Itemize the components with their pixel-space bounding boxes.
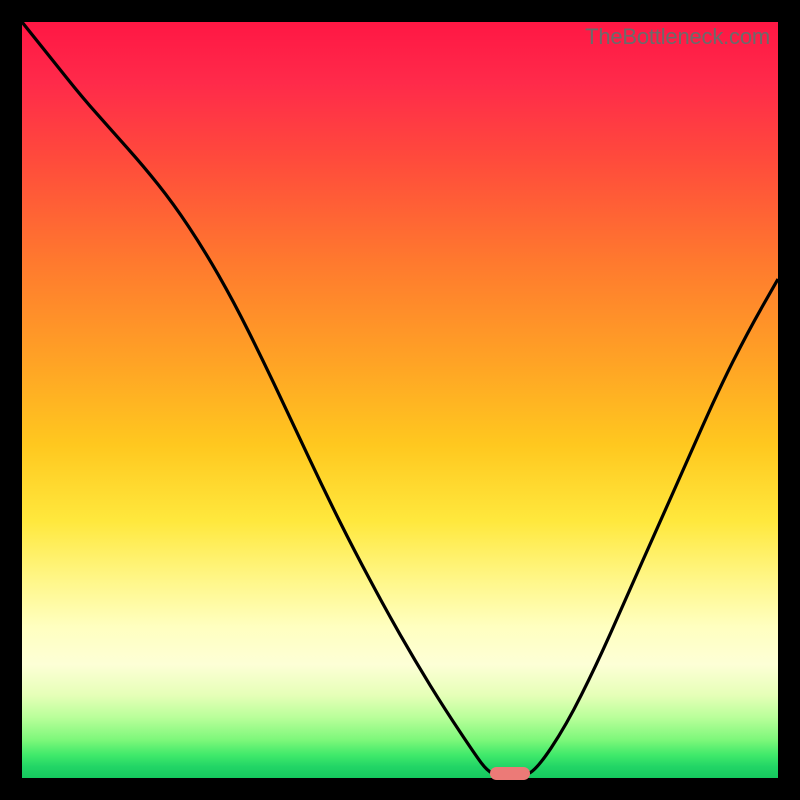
optimal-marker [490,767,530,781]
bottleneck-curve [22,22,778,778]
plot-area: TheBottleneck.com [22,22,778,778]
chart-frame: TheBottleneck.com [0,0,800,800]
